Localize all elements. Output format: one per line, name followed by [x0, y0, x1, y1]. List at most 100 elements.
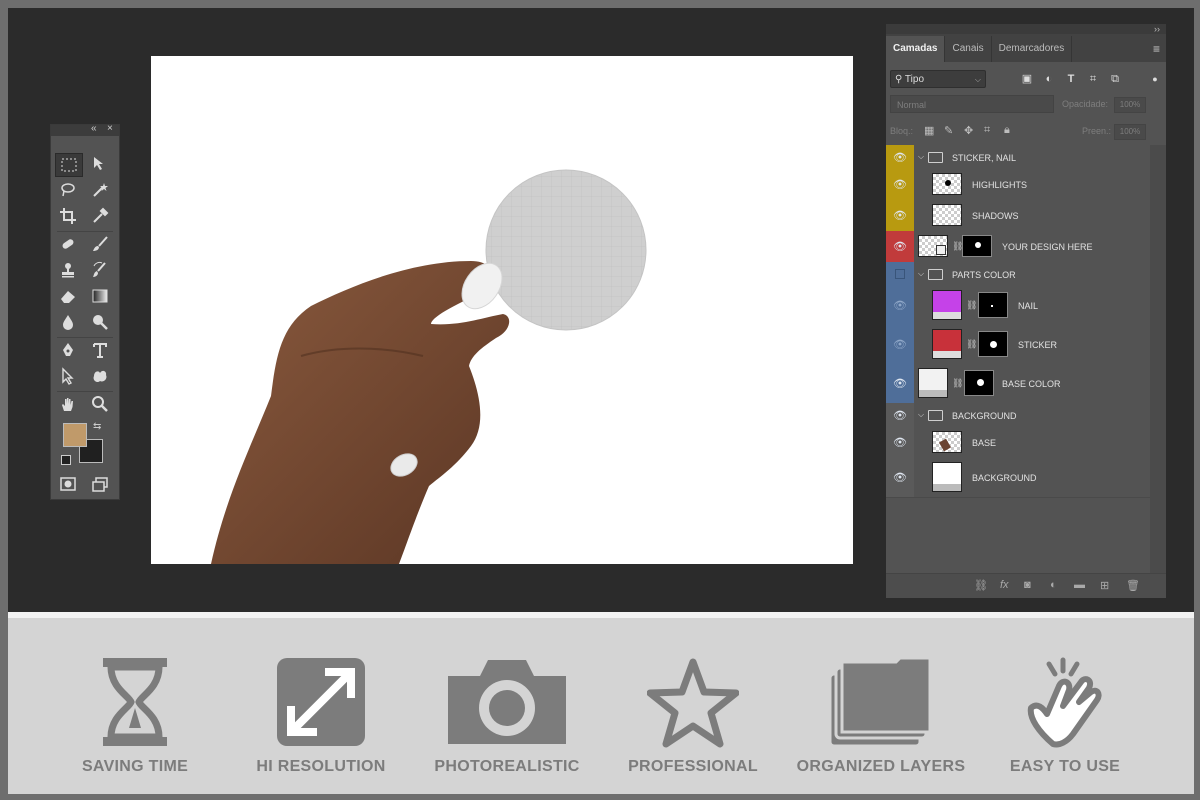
quick-mask-tool[interactable]	[55, 473, 81, 495]
history-brush-tool[interactable]	[87, 259, 113, 281]
zoom-tool[interactable]	[87, 393, 113, 415]
adjustment-filter-icon[interactable]: ◐	[1042, 72, 1056, 86]
new-group-icon[interactable]: ▬	[1074, 579, 1085, 591]
kind-filter-label: Tipo	[904, 74, 925, 85]
features-strip: SAVING TIME HI RESOLUTION PHOTOREALISTIC	[8, 618, 1194, 794]
visibility-toggle[interactable]: 👁︎	[886, 231, 914, 262]
kind-filter-dropdown[interactable]: ⚲ Tipo ⌵	[890, 70, 986, 88]
hand-tool[interactable]	[55, 393, 81, 415]
blend-mode-dropdown[interactable]: Normal	[890, 95, 1054, 113]
tab-paths[interactable]: Demarcadores	[992, 36, 1073, 62]
gradient-tool[interactable]	[87, 285, 113, 307]
close-icon[interactable]: ×	[107, 123, 113, 134]
link-icon[interactable]: ⛓︎	[966, 339, 977, 350]
tab-layers[interactable]: Camadas	[886, 36, 946, 62]
layer-row-group-parts-color[interactable]: ⌵ PARTS COLOR	[886, 262, 1150, 287]
marquee-tool[interactable]	[55, 153, 83, 177]
eye-icon: 👁︎	[893, 300, 907, 312]
eye-icon: 👁︎	[893, 151, 907, 164]
layer-row-background[interactable]: 👁︎ BACKGROUND	[886, 458, 1150, 498]
eye-icon: 👁︎	[893, 472, 907, 484]
screen-mode-tool[interactable]	[87, 473, 113, 495]
layer-row-group-background[interactable]: 👁︎ ⌵ BACKGROUND	[886, 403, 1150, 428]
blur-tool[interactable]	[55, 311, 81, 333]
eyedropper-tool[interactable]	[87, 205, 113, 227]
visibility-toggle[interactable]: 👁︎	[886, 200, 914, 231]
adjustment-layer-icon[interactable]: ◐	[1050, 579, 1057, 591]
lock-transparent-icon[interactable]: ▦	[924, 124, 934, 137]
type-tool[interactable]	[87, 339, 113, 361]
filter-toggle-icon[interactable]: ●	[1148, 72, 1162, 86]
new-layer-icon[interactable]: ⊞	[1100, 579, 1109, 592]
tab-channels[interactable]: Canais	[945, 36, 992, 62]
fx-icon[interactable]: fx	[1000, 579, 1009, 591]
visibility-toggle[interactable]: 👁︎	[886, 286, 914, 325]
photoshop-workspace: « × ⇆ ›› Camadas Canais Demarcadores ≡ ⚲…	[8, 8, 1194, 612]
layer-row-base-color[interactable]: 👁︎ ⛓︎ BASE COLOR	[886, 364, 1150, 404]
link-layers-icon[interactable]: ⛓︎	[974, 579, 988, 592]
tools-divider	[57, 231, 113, 232]
fill-field[interactable]: 100%	[1114, 124, 1146, 140]
layer-row-base[interactable]: 👁︎ BASE	[886, 427, 1150, 459]
visibility-toggle[interactable]: 👁︎	[886, 169, 914, 200]
path-selection-tool[interactable]	[55, 365, 81, 387]
pen-tool[interactable]	[55, 339, 81, 361]
visibility-toggle[interactable]: 👁︎	[886, 403, 914, 427]
visibility-toggle[interactable]: 👁︎	[886, 458, 914, 497]
eye-icon: 👁︎	[893, 378, 907, 390]
foreground-color-swatch[interactable]	[63, 423, 87, 447]
panel-collapse-icon[interactable]: ››	[886, 24, 1166, 34]
eraser-tool[interactable]	[55, 285, 81, 307]
layer-row-sticker[interactable]: 👁︎ ⛓︎ STICKER	[886, 325, 1150, 365]
add-mask-icon[interactable]: ◙	[1024, 579, 1031, 591]
chevron-down-icon[interactable]: ⌵	[918, 152, 924, 162]
expand-icon	[277, 658, 365, 746]
lock-artboard-icon[interactable]: ⌗	[984, 124, 990, 137]
magic-wand-tool[interactable]	[87, 179, 113, 201]
visibility-toggle[interactable]: 👁︎	[886, 364, 914, 403]
healing-tool[interactable]	[55, 233, 81, 255]
smart-object-filter-icon[interactable]: ⧉	[1108, 72, 1122, 86]
folders-icon	[828, 656, 932, 748]
swap-colors-icon[interactable]: ⇆	[93, 421, 101, 432]
visibility-toggle[interactable]: 👁︎	[886, 145, 914, 169]
trash-icon[interactable]: 🗑︎	[1126, 579, 1140, 592]
shape-filter-icon[interactable]: ⌗	[1086, 72, 1100, 86]
move-tool[interactable]	[87, 153, 113, 175]
chevron-down-icon[interactable]: ⌵	[918, 410, 924, 420]
lock-position-icon[interactable]: ✥	[964, 124, 973, 137]
layer-name: SHADOWS	[972, 211, 1019, 221]
dodge-tool[interactable]	[87, 311, 113, 333]
crop-tool[interactable]	[55, 205, 81, 227]
default-colors-icon[interactable]	[61, 455, 71, 465]
link-icon[interactable]: ⛓︎	[966, 300, 977, 311]
layer-row-highlights[interactable]: 👁︎ HIGHLIGHTS	[886, 169, 1150, 201]
shape-tool[interactable]	[87, 365, 113, 387]
layer-name: BACKGROUND	[952, 411, 1017, 421]
visibility-toggle[interactable]: 👁︎	[886, 427, 914, 458]
layer-row-your-design-here[interactable]: 👁︎ ⛓︎ YOUR DESIGN HERE	[886, 231, 1150, 263]
chevron-down-icon[interactable]: ⌵	[918, 269, 924, 279]
opacity-field[interactable]: 100%	[1114, 97, 1146, 113]
lock-all-icon[interactable]: 🔒︎	[1004, 124, 1010, 137]
type-filter-icon[interactable]: T	[1064, 72, 1078, 86]
layer-row-shadows[interactable]: 👁︎ SHADOWS	[886, 200, 1150, 232]
layers-scrollbar[interactable]	[1150, 145, 1166, 592]
drop-icon	[63, 315, 73, 330]
link-icon[interactable]: ⛓︎	[952, 378, 963, 389]
visibility-toggle[interactable]	[886, 262, 914, 286]
lasso-tool[interactable]	[55, 179, 81, 201]
brush-tool[interactable]	[87, 233, 113, 255]
lock-pixels-icon[interactable]: ✎	[944, 124, 953, 137]
document-canvas[interactable]	[151, 56, 853, 564]
pixel-filter-icon[interactable]: ▣	[1020, 72, 1034, 86]
magnifier-dodge-icon	[93, 315, 108, 330]
layer-row-group-sticker-nail[interactable]: 👁︎ ⌵ STICKER, NAIL	[886, 145, 1150, 170]
layer-row-nail[interactable]: 👁︎ ⛓︎ NAIL	[886, 286, 1150, 326]
stamp-tool[interactable]	[55, 259, 81, 281]
panel-menu-icon[interactable]: ≡	[1153, 42, 1160, 56]
tools-panel-titlebar[interactable]: « ×	[51, 123, 119, 136]
visibility-toggle[interactable]: 👁︎	[886, 325, 914, 364]
collapse-icon[interactable]: «	[91, 123, 97, 134]
layer-name: STICKER, NAIL	[952, 153, 1017, 163]
